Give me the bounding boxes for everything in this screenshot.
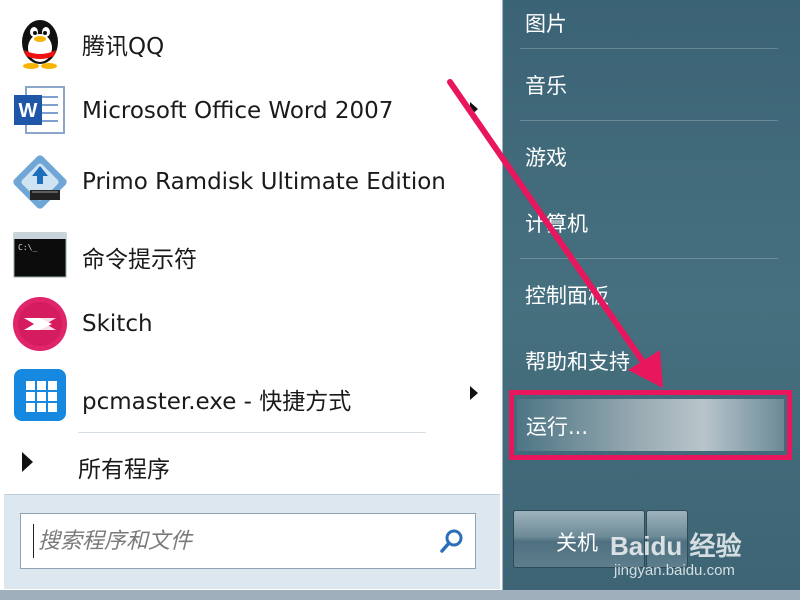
program-item-word[interactable]: W Microsoft Office Word 2007 <box>4 76 496 146</box>
menu-item-games[interactable]: 游戏 <box>520 134 790 178</box>
program-item-primo-ramdisk[interactable]: Primo Ramdisk Ultimate Edition <box>4 147 496 217</box>
search-icon[interactable] <box>439 528 465 554</box>
search-box[interactable] <box>20 513 476 569</box>
watermark-url: jingyan.baidu.com <box>614 562 735 579</box>
menu-item-control-panel[interactable]: 控制面板 <box>520 272 790 316</box>
divider <box>520 48 778 49</box>
divider <box>520 258 778 259</box>
shutdown-label: 关机 <box>556 531 598 555</box>
menu-item-pictures[interactable]: 图片 <box>520 0 790 44</box>
program-label: Primo Ramdisk Ultimate Edition <box>82 169 446 195</box>
menu-item-label: 音乐 <box>525 74 567 98</box>
svg-text:W: W <box>19 100 38 122</box>
watermark-logo: Baidu 经验 <box>610 531 742 561</box>
pcmaster-icon <box>10 365 70 425</box>
all-programs-button[interactable]: 所有程序 <box>4 440 496 486</box>
program-item-pcmaster[interactable]: pcmaster.exe - 快捷方式 <box>4 360 496 430</box>
program-item-qq[interactable]: 腾讯QQ <box>4 5 496 75</box>
menu-item-computer[interactable]: 计算机 <box>520 200 790 244</box>
qq-penguin-icon <box>10 10 70 70</box>
program-label: Skitch <box>82 311 153 337</box>
divider <box>78 432 426 433</box>
menu-item-run[interactable]: 运行... <box>509 390 792 460</box>
program-item-command-prompt[interactable]: C:\_ 命令提示符 <box>4 218 496 288</box>
menu-item-help-support[interactable]: 帮助和支持 <box>520 338 790 382</box>
submenu-arrow-icon[interactable] <box>470 102 478 116</box>
menu-item-label: 图片 <box>525 12 567 36</box>
command-prompt-icon: C:\_ <box>10 223 70 283</box>
program-label: pcmaster.exe - 快捷方式 <box>82 389 352 415</box>
menu-item-label: 游戏 <box>525 146 567 170</box>
divider <box>520 120 778 121</box>
menu-item-label: 计算机 <box>525 212 588 236</box>
search-area <box>4 494 500 589</box>
program-label: 命令提示符 <box>82 247 197 273</box>
program-label: 腾讯QQ <box>82 34 165 60</box>
menu-item-label: 帮助和支持 <box>525 350 630 374</box>
submenu-arrow-icon[interactable] <box>470 386 478 400</box>
expand-arrow-icon <box>22 452 33 472</box>
taskbar-edge <box>0 590 800 600</box>
menu-item-label: 运行... <box>526 415 589 439</box>
program-label: Microsoft Office Word 2007 <box>82 98 394 124</box>
start-menu-programs-panel: 腾讯QQ W Microsoft Office Word 2007 Primo … <box>0 0 503 600</box>
word-icon: W <box>10 81 70 141</box>
search-input[interactable] <box>33 524 423 558</box>
menu-item-music[interactable]: 音乐 <box>520 62 790 106</box>
skitch-icon <box>10 294 70 354</box>
all-programs-label: 所有程序 <box>78 457 170 483</box>
ramdisk-icon <box>10 152 70 212</box>
menu-item-label: 控制面板 <box>525 284 609 308</box>
svg-text:C:\_: C:\_ <box>18 243 37 252</box>
program-item-skitch[interactable]: Skitch <box>4 289 496 359</box>
baidu-watermark: Baidu 经验 jingyan.baidu.com <box>610 526 790 586</box>
